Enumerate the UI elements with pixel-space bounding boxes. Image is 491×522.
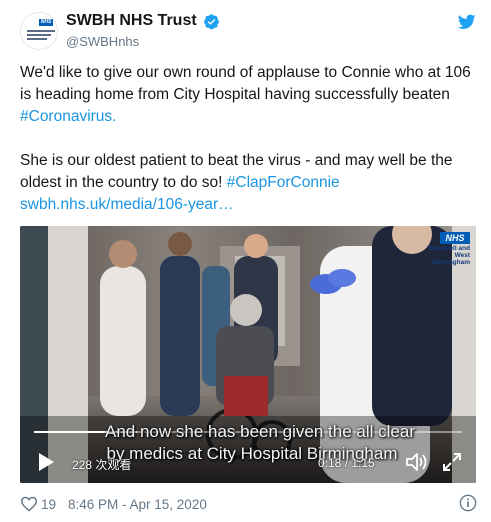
avatar-org-line [27, 38, 47, 40]
fullscreen-icon[interactable] [442, 452, 462, 472]
account-handle[interactable]: @SWBHnhs [66, 34, 139, 49]
twitter-bird-icon[interactable] [458, 14, 476, 30]
volume-icon[interactable] [405, 452, 429, 472]
tweet-text: We'd like to give our own round of appla… [20, 62, 475, 216]
tweet-text-1: We'd like to give our own round of appla… [20, 64, 471, 103]
tweet-paragraph-2: She is our oldest patient to beat the vi… [20, 150, 475, 216]
tweet-card: NHS SWBH NHS Trust @SWBHnhs We'd like to… [0, 0, 491, 522]
account-name[interactable]: SWBH NHS Trust [66, 12, 197, 30]
like-count: 19 [41, 497, 57, 512]
avatar[interactable]: NHS [20, 12, 58, 50]
tweet-timestamp[interactable]: 8:46 PM - Apr 15, 2020 [68, 497, 207, 512]
heart-icon[interactable] [20, 496, 38, 512]
avatar-org-line [27, 30, 55, 32]
hashtag-clapforconnie[interactable]: #ClapForConnie [227, 174, 340, 191]
avatar-org-line [27, 34, 51, 36]
video-player[interactable]: NHS Sandwell and West Birmingham And now… [20, 226, 476, 483]
avatar-nhs-badge: NHS [39, 19, 53, 26]
play-icon[interactable] [36, 452, 56, 472]
verified-badge-icon [204, 14, 219, 30]
nhs-logo-org: Sandwell and West Birmingham [424, 245, 470, 266]
nhs-logo: NHS Sandwell and West Birmingham [424, 232, 470, 268]
nhs-logo-org-line1: Sandwell and [428, 245, 470, 252]
tweet-paragraph-1: We'd like to give our own round of appla… [20, 62, 475, 128]
video-caption-line1: And now she has been given the all clear [105, 422, 415, 441]
article-link[interactable]: swbh.nhs.uk/media/106-year… [20, 196, 234, 213]
nhs-logo-org-line2: West Birmingham [432, 252, 470, 266]
video-time: 0:18 / 1:15 [318, 456, 375, 470]
hashtag-coronavirus[interactable]: #Coronavirus. [20, 108, 117, 125]
info-icon[interactable] [459, 494, 477, 512]
view-count: 228 次观看 [72, 458, 132, 472]
nhs-logo-badge: NHS [440, 232, 470, 244]
